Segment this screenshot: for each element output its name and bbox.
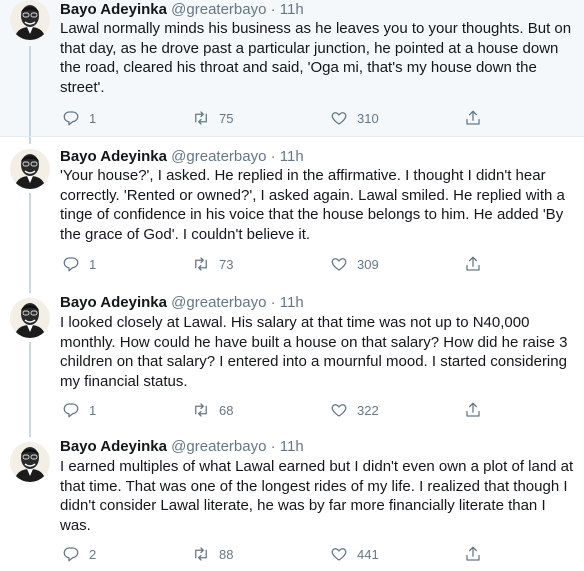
retweet-icon: [195, 547, 207, 561]
thread-line: [29, 137, 31, 144]
retweet-count: 75: [219, 110, 234, 126]
reply-button[interactable]: 1: [62, 254, 96, 274]
author-handle[interactable]: @greaterbayo: [171, 294, 266, 311]
reply-icon: [63, 403, 79, 418]
author-handle[interactable]: @greaterbayo: [171, 148, 266, 165]
tweet-text: I earned multiples of what Lawal earned …: [60, 458, 574, 534]
tweet-text: Lawal normally minds his business as he …: [60, 20, 572, 96]
tweet-text: 'Your house?', I asked. He replied in th…: [60, 167, 565, 243]
thread-line: [29, 193, 31, 288]
author-name[interactable]: Bayo Adeyinka: [60, 438, 167, 455]
tweet-header: Bayo Adeyinka @greaterbayo · 11h: [60, 147, 304, 167]
retweet-icon: [195, 111, 207, 125]
like-count: 310: [357, 110, 379, 126]
reply-count: 1: [89, 402, 97, 418]
retweet-count: 88: [219, 546, 234, 562]
like-button[interactable]: 309: [330, 254, 379, 274]
like-count: 322: [357, 402, 379, 418]
reply-count: 1: [89, 110, 97, 126]
separator-dot: ·: [270, 148, 276, 165]
retweet-button[interactable]: 75: [192, 108, 233, 128]
reply-button[interactable]: 1: [62, 400, 96, 420]
share-icon: [466, 110, 480, 125]
like-count: 309: [357, 256, 379, 272]
reply-icon: [63, 257, 79, 272]
retweet-button[interactable]: 73: [192, 254, 233, 274]
retweet-button[interactable]: 68: [192, 400, 233, 420]
tweet-actions: 1 68 322: [60, 400, 580, 420]
tweet[interactable]: Bayo Adeyinka @greaterbayo · 11h I earne…: [0, 430, 584, 571]
thread-line: [29, 46, 31, 136]
separator-dot: ·: [270, 294, 276, 311]
reply-icon: [63, 111, 79, 126]
like-button[interactable]: 310: [330, 108, 379, 128]
tweet-actions: 1 75 310: [60, 108, 580, 128]
tweet-actions: 2 88 441: [60, 544, 580, 564]
share-button[interactable]: [464, 544, 482, 564]
like-button[interactable]: 441: [330, 544, 379, 564]
separator-dot: ·: [270, 438, 276, 455]
retweet-icon: [195, 403, 207, 417]
author-name[interactable]: Bayo Adeyinka: [60, 294, 167, 311]
reply-count: 2: [89, 546, 97, 562]
tweet[interactable]: Bayo Adeyinka @greaterbayo · 11h Lawal n…: [0, 0, 584, 136]
avatar[interactable]: [10, 442, 50, 482]
avatar[interactable]: [10, 149, 50, 189]
tweet[interactable]: Bayo Adeyinka @greaterbayo · 11h 'Your h…: [0, 137, 584, 288]
tweet-header: Bayo Adeyinka @greaterbayo · 11h: [60, 293, 304, 313]
heart-icon: [331, 548, 347, 561]
reply-button[interactable]: 1: [62, 108, 96, 128]
heart-icon: [331, 404, 347, 417]
tweet-text: I looked closely at Lawal. His salary at…: [60, 314, 568, 390]
author-name[interactable]: Bayo Adeyinka: [60, 148, 167, 165]
author-name[interactable]: Bayo Adeyinka: [60, 1, 167, 18]
timestamp[interactable]: 11h: [280, 1, 304, 18]
avatar[interactable]: [10, 0, 50, 40]
retweet-count: 73: [219, 256, 234, 272]
tweet-header: Bayo Adeyinka @greaterbayo · 11h: [60, 437, 304, 457]
timestamp[interactable]: 11h: [280, 148, 304, 165]
thread-line: [29, 342, 31, 430]
heart-icon: [331, 112, 347, 125]
thread-line: [29, 430, 31, 437]
reply-icon: [63, 547, 79, 562]
share-button[interactable]: [464, 254, 482, 274]
share-button[interactable]: [464, 400, 482, 420]
retweet-button[interactable]: 88: [192, 544, 233, 564]
heart-icon: [331, 258, 347, 271]
share-icon: [466, 402, 480, 417]
thread-line: [29, 288, 31, 293]
share-icon: [466, 546, 480, 561]
share-button[interactable]: [464, 108, 482, 128]
separator-dot: ·: [270, 1, 276, 18]
author-handle[interactable]: @greaterbayo: [171, 1, 266, 18]
share-icon: [466, 256, 480, 271]
author-handle[interactable]: @greaterbayo: [171, 438, 266, 455]
retweet-count: 68: [219, 402, 234, 418]
reply-count: 1: [89, 256, 97, 272]
like-count: 441: [357, 546, 379, 562]
tweet-header: Bayo Adeyinka @greaterbayo · 11h: [60, 0, 304, 20]
timestamp[interactable]: 11h: [280, 294, 304, 311]
avatar[interactable]: [10, 298, 50, 338]
retweet-icon: [195, 257, 207, 271]
tweet[interactable]: Bayo Adeyinka @greaterbayo · 11h I looke…: [0, 288, 584, 430]
tweet-actions: 1 73 309: [60, 254, 580, 274]
like-button[interactable]: 322: [330, 400, 379, 420]
tweet-thread: Bayo Adeyinka @greaterbayo · 11h Lawal n…: [0, 0, 584, 571]
timestamp[interactable]: 11h: [280, 438, 304, 455]
reply-button[interactable]: 2: [62, 544, 96, 564]
